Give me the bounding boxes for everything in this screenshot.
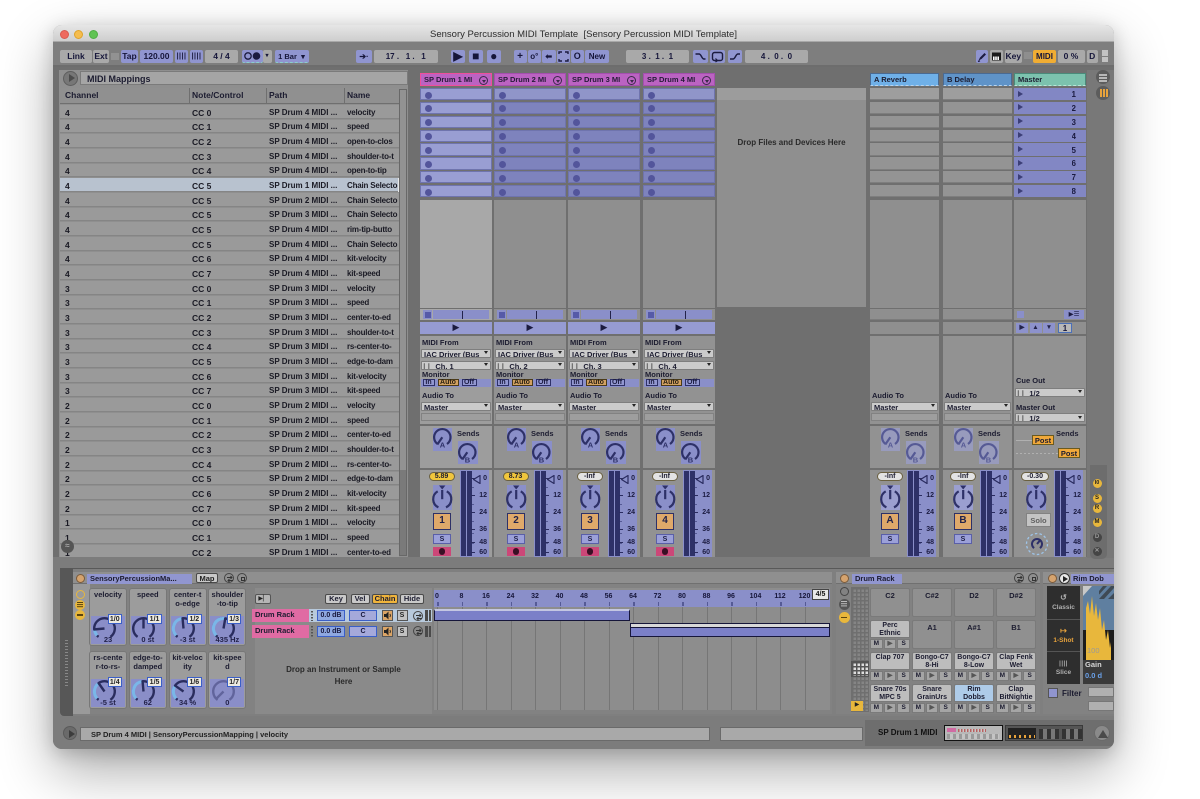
svg-text:B: B: [539, 456, 545, 465]
svg-text:A: A: [961, 441, 967, 450]
svg-text:B: B: [986, 456, 992, 465]
svg-text:A: A: [440, 441, 446, 450]
svg-text:A: A: [663, 441, 669, 450]
svg-text:100: 100: [1087, 646, 1100, 655]
svg-text:B: B: [613, 456, 619, 465]
svg-text:B: B: [913, 456, 919, 465]
svg-text:B: B: [688, 456, 694, 465]
svg-text:A: A: [514, 441, 520, 450]
svg-text:A: A: [888, 441, 894, 450]
svg-text:A: A: [588, 441, 594, 450]
svg-text:B: B: [465, 456, 471, 465]
